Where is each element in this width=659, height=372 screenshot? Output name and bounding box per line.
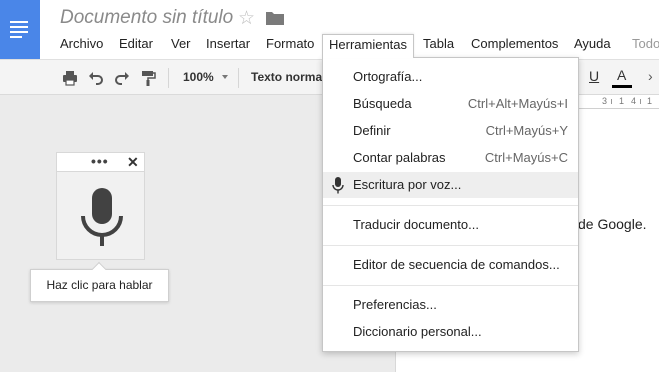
- tooltip-arrow: [91, 261, 107, 277]
- more-options-icon[interactable]: •••: [91, 153, 109, 169]
- menu-item-ortografia[interactable]: Ortografía...: [323, 64, 578, 90]
- ruler-mark: 1: [619, 96, 625, 106]
- menu-item-editor-secuencia-comandos[interactable]: Editor de secuencia de comandos...: [323, 252, 578, 278]
- menu-item-label: Traducir documento...: [353, 217, 479, 232]
- ruler-mark: 4: [631, 96, 637, 106]
- menu-item-busqueda[interactable]: Búsqueda Ctrl+Alt+Mayús+I: [323, 91, 578, 117]
- menu-item-label: Búsqueda: [353, 96, 412, 111]
- menu-editar[interactable]: Editar: [113, 34, 159, 56]
- menu-item-label: Diccionario personal...: [353, 324, 482, 339]
- menu-item-escritura-por-voz[interactable]: Escritura por voz...: [323, 172, 578, 198]
- print-icon[interactable]: [62, 70, 78, 86]
- text-color-button[interactable]: A: [617, 67, 626, 83]
- ruler-mark: 1: [647, 96, 653, 106]
- menu-item-label: Contar palabras: [353, 150, 446, 165]
- voice-mic-button[interactable]: [56, 172, 145, 260]
- chevron-right-icon[interactable]: ›: [648, 68, 653, 84]
- toolbar-separator: [168, 68, 169, 88]
- menu-item-label: Definir: [353, 123, 391, 138]
- menu-item-shortcut: Ctrl+Alt+Mayús+I: [467, 96, 568, 111]
- menu-item-shortcut: Ctrl+Mayús+Y: [485, 123, 568, 138]
- paint-format-icon[interactable]: [140, 70, 156, 86]
- menu-insertar[interactable]: Insertar: [200, 34, 256, 56]
- menu-item-label: Escritura por voz...: [353, 177, 462, 192]
- menu-item-traducir-documento[interactable]: Traducir documento...: [323, 212, 578, 238]
- undo-icon[interactable]: [88, 70, 104, 86]
- menu-item-shortcut: Ctrl+Mayús+C: [484, 150, 568, 165]
- voice-tooltip: Haz clic para hablar: [30, 261, 169, 302]
- style-select[interactable]: Texto normal: [251, 70, 325, 84]
- close-icon[interactable]: ✕: [127, 154, 139, 170]
- text-color-swatch: [612, 85, 632, 88]
- menu-item-definir[interactable]: Definir Ctrl+Mayús+Y: [323, 118, 578, 144]
- menu-item-label: Editor de secuencia de comandos...: [353, 257, 560, 272]
- menu-separator: [323, 285, 578, 286]
- menu-item-preferencias[interactable]: Preferencias...: [323, 292, 578, 318]
- menu-archivo[interactable]: Archivo: [54, 34, 109, 56]
- menu-item-diccionario-personal[interactable]: Diccionario personal...: [323, 319, 578, 345]
- star-icon[interactable]: ☆: [238, 7, 255, 30]
- docs-home-icon[interactable]: [0, 0, 40, 59]
- menu-complementos[interactable]: Complementos: [465, 34, 564, 56]
- ruler-mark: 3: [602, 96, 608, 106]
- header: Documento sin título ☆ Archivo Editar Ve…: [0, 0, 659, 59]
- underline-button[interactable]: U: [589, 68, 599, 84]
- toolbar-separator: [238, 68, 239, 88]
- redo-icon[interactable]: [114, 70, 130, 86]
- zoom-select[interactable]: 100%: [183, 70, 214, 84]
- menu-todo[interactable]: Todo: [626, 34, 659, 56]
- menu-formato[interactable]: Formato: [260, 34, 320, 56]
- menu-item-label: Ortografía...: [353, 69, 423, 84]
- microphone-icon: [81, 188, 123, 246]
- microphone-icon: [332, 177, 344, 194]
- tools-menu: Ortografía... Búsqueda Ctrl+Alt+Mayús+I …: [322, 57, 579, 352]
- menu-ayuda[interactable]: Ayuda: [568, 34, 617, 56]
- voice-widget-header[interactable]: ••• ✕: [56, 152, 145, 172]
- zoom-chevron-down-icon[interactable]: [222, 75, 228, 79]
- voice-tooltip-text: Haz clic para hablar: [46, 278, 153, 292]
- document-title[interactable]: Documento sin título: [60, 7, 233, 29]
- menu-ver[interactable]: Ver: [165, 34, 197, 56]
- menu-herramientas[interactable]: Herramientas: [322, 34, 415, 58]
- document-text[interactable]: de Google.: [578, 216, 647, 232]
- folder-icon[interactable]: [266, 11, 284, 25]
- menu-item-label: Preferencias...: [353, 297, 437, 312]
- menu-separator: [323, 245, 578, 246]
- ruler-tick: [640, 99, 641, 104]
- menu-item-contar-palabras[interactable]: Contar palabras Ctrl+Mayús+C: [323, 145, 578, 171]
- menu-separator: [323, 205, 578, 206]
- ruler-tick: [611, 99, 612, 104]
- menu-tabla[interactable]: Tabla: [417, 34, 460, 56]
